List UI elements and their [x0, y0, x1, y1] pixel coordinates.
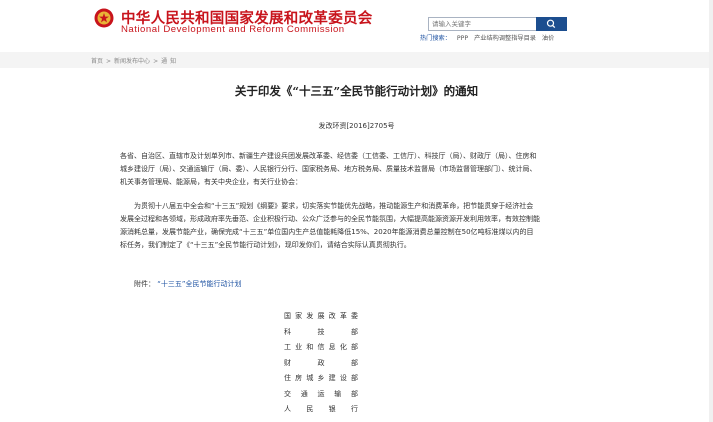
breadcrumb-news-center[interactable]: 新闻发布中心	[114, 58, 150, 65]
signatory: 交 通 运 输 部	[284, 389, 358, 398]
attachment: 附件： “十三五”全民节能行动计划	[134, 279, 242, 289]
search-input[interactable]	[428, 17, 540, 31]
signatory: 国家发展改革委	[284, 312, 358, 320]
breadcrumb-separator: >	[106, 58, 112, 65]
site-logo-subtitle[interactable]: National Development and Reform Commissi…	[121, 24, 345, 35]
hot-search-item[interactable]: 产业结构调整指导目录	[474, 35, 536, 42]
body-paragraph: 为贯彻十八届五中全会和“十三五”规划《纲要》要求，切实落实节能优先战略，推动能源…	[120, 202, 540, 249]
document-number: 发改环资[2016]2705号	[318, 122, 395, 130]
addressees-paragraph: 各省、自治区、直辖市及计划单列市、新疆生产建设兵团发展改革委、经信委（工信委、工…	[120, 152, 537, 186]
breadcrumb: 首页 > 新闻发布中心 > 通知	[91, 56, 179, 65]
search-icon	[546, 19, 556, 29]
breadcrumb-home[interactable]: 首页	[91, 58, 103, 65]
breadcrumb-notice[interactable]: 通	[161, 58, 167, 65]
article-title: 关于印发《“十三五”全民节能行动计划》的通知	[234, 84, 479, 98]
hot-search-label: 热门搜索：	[420, 35, 451, 42]
scrollbar[interactable]	[709, 0, 713, 422]
national-emblem-icon	[94, 8, 114, 28]
signatory: 财 政 部	[284, 358, 358, 367]
signatory: 工业和信息化部	[284, 343, 358, 351]
signatory: 科 技 部	[284, 327, 358, 336]
signatories: 国家发展改革委 科 技 部 工业和信息化部 财 政 部 住房城乡建设部 交 通 …	[284, 309, 358, 418]
attachment-link[interactable]: “十三五”全民节能行动计划	[157, 280, 241, 288]
hot-search-item[interactable]: 油价	[542, 35, 554, 42]
site-header: 中华人民共和国国家发展和改革委员会 National Development a…	[0, 0, 713, 44]
breadcrumb-bar: 首页 > 新闻发布中心 > 通知	[0, 52, 713, 68]
signatory: 住房城乡建设部	[284, 374, 358, 382]
hot-search-item[interactable]: PPP	[457, 35, 468, 42]
hot-search: 热门搜索： PPP 产业结构调整指导目录 油价	[420, 33, 554, 42]
search-button[interactable]	[536, 17, 567, 31]
breadcrumb-notice-2[interactable]: 知	[170, 58, 176, 65]
attachment-label: 附件：	[134, 280, 155, 288]
signatory: 人 民 银 行	[284, 405, 358, 413]
breadcrumb-separator: >	[153, 58, 159, 65]
